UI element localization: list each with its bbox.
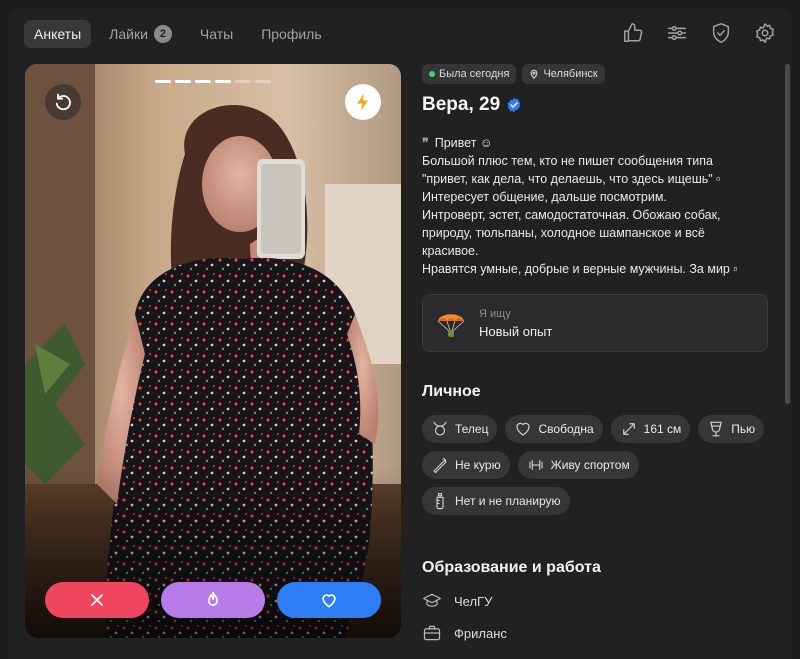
work-item: Фриланс <box>422 623 784 643</box>
like-heart-icon <box>322 594 336 608</box>
personal-section-title: Личное <box>422 383 481 400</box>
boost-button[interactable] <box>345 84 381 120</box>
name-row: Вера, 29 <box>422 94 784 116</box>
education-section-title: Образование и работа <box>422 559 601 576</box>
progress-segment <box>235 80 251 83</box>
taurus-icon <box>433 421 447 436</box>
height-icon <box>622 423 635 435</box>
swipe-actions <box>45 582 381 618</box>
tab-profiles-label: Анкеты <box>34 26 82 42</box>
seeking-label: Я ищу <box>479 308 511 320</box>
tab-chats-label: Чаты <box>199 26 234 42</box>
quote-icon: ❞ <box>422 136 429 150</box>
app-window: Анкеты Лайки 2 Чаты Профиль Была сегодня… <box>8 8 792 659</box>
top-nav: Анкеты Лайки 2 Чаты Профиль <box>24 20 332 48</box>
progress-segment <box>215 80 231 83</box>
tag-text: Телец <box>455 422 489 436</box>
profile-name: Вера, 29 <box>422 94 501 115</box>
tab-chats[interactable]: Чаты <box>190 20 243 48</box>
education-item: ЧелГУ <box>422 591 784 611</box>
tag-smoking: Не курю <box>422 451 510 479</box>
status-row: Была сегодня Челябинск <box>422 64 784 84</box>
bio-line-text: Привет ☺ <box>434 136 493 150</box>
bio-line: ❞ Привет ☺ <box>422 134 784 152</box>
bio-line: Интроверт, эстет, самодостаточная. Обожа… <box>422 208 721 222</box>
dislike-icon <box>91 594 103 606</box>
shield-check-icon[interactable] <box>710 22 732 44</box>
briefcase-icon <box>423 625 441 641</box>
progress-segment <box>255 80 271 83</box>
no-smoking-icon <box>433 458 447 474</box>
online-status-text: Была сегодня <box>439 68 510 80</box>
glass-icon <box>710 421 723 437</box>
tab-likes[interactable]: Лайки 2 <box>99 20 182 48</box>
superlike-flame-icon <box>208 591 218 606</box>
location-pin-icon <box>530 69 538 79</box>
bio-text: ❞ Привет ☺ Большой плюс тем, кто не пишет… <box>422 134 784 278</box>
lightning-icon <box>357 93 368 111</box>
scrollbar[interactable] <box>785 64 790 404</box>
work-text: Фриланс <box>454 625 507 641</box>
heart-icon <box>516 422 531 436</box>
undo-icon <box>55 93 71 111</box>
tab-profile-label: Профиль <box>261 26 322 42</box>
baby-bottle-icon <box>436 492 444 510</box>
bio-line: Большой плюс тем, кто не пишет сообщения… <box>422 154 713 168</box>
parachute-icon <box>437 314 465 337</box>
city-text: Челябинск <box>543 68 598 80</box>
profile-photo-card[interactable] <box>25 64 401 638</box>
bio-line: Нравятся умные, добрые и верные мужчины.… <box>422 262 738 276</box>
settings-icon[interactable] <box>754 22 776 44</box>
seeking-card: Я ищу Новый опыт <box>422 294 768 352</box>
tag-zodiac: Телец <box>422 415 498 443</box>
dumbbell-icon <box>529 459 543 471</box>
progress-segment <box>175 80 191 83</box>
top-actions <box>622 22 776 44</box>
undo-button[interactable] <box>45 84 81 120</box>
bio-line: Интересует общение, дальше посмотрим. <box>422 190 667 204</box>
tag-children: Нет и не планирую <box>422 487 570 515</box>
like-button[interactable] <box>277 582 381 618</box>
tab-likes-label: Лайки <box>109 26 148 42</box>
tag-height: 161 см <box>610 415 691 443</box>
profile-photo <box>25 64 401 638</box>
progress-segment <box>195 80 211 83</box>
bio-line: красивое. <box>422 244 479 258</box>
tag-text: Живу спортом <box>550 458 630 472</box>
personal-tags: Телец Свободна 161 см Пью Не курю Живу с… <box>422 415 772 515</box>
tag-text: 161 см <box>643 422 682 436</box>
photo-progress <box>155 80 271 83</box>
bio-line: "привет, как дела, что делаешь, что здес… <box>422 172 721 186</box>
filters-icon[interactable] <box>666 22 688 44</box>
verified-icon <box>507 97 521 113</box>
superlike-button[interactable] <box>161 582 265 618</box>
profile-info: Была сегодня Челябинск Вера, 29 ❞ Привет … <box>422 64 784 643</box>
graduation-cap-icon <box>423 593 441 607</box>
tag-drinking: Пью <box>698 415 765 443</box>
likes-count-badge: 2 <box>153 25 172 43</box>
tag-text: Не курю <box>455 458 501 472</box>
city-chip: Челябинск <box>522 64 605 84</box>
seeking-value: Новый опыт <box>479 324 553 339</box>
education-text: ЧелГУ <box>454 593 493 609</box>
tab-profile[interactable]: Профиль <box>251 20 331 48</box>
tag-sport: Живу спортом <box>517 451 639 479</box>
tag-text: Нет и не планирую <box>455 494 561 508</box>
dislike-button[interactable] <box>45 582 149 618</box>
tag-text: Пью <box>731 422 756 436</box>
tab-profiles[interactable]: Анкеты <box>24 20 92 48</box>
online-status-chip: Была сегодня <box>422 64 517 84</box>
progress-segment <box>155 80 171 83</box>
bio-line: природу, тюльпаны, холодное шампанское и… <box>422 226 705 240</box>
online-dot-icon <box>429 71 435 77</box>
tag-relationship: Свободна <box>505 415 603 443</box>
thumbs-up-icon[interactable] <box>622 22 644 44</box>
tag-text: Свободна <box>538 422 594 436</box>
